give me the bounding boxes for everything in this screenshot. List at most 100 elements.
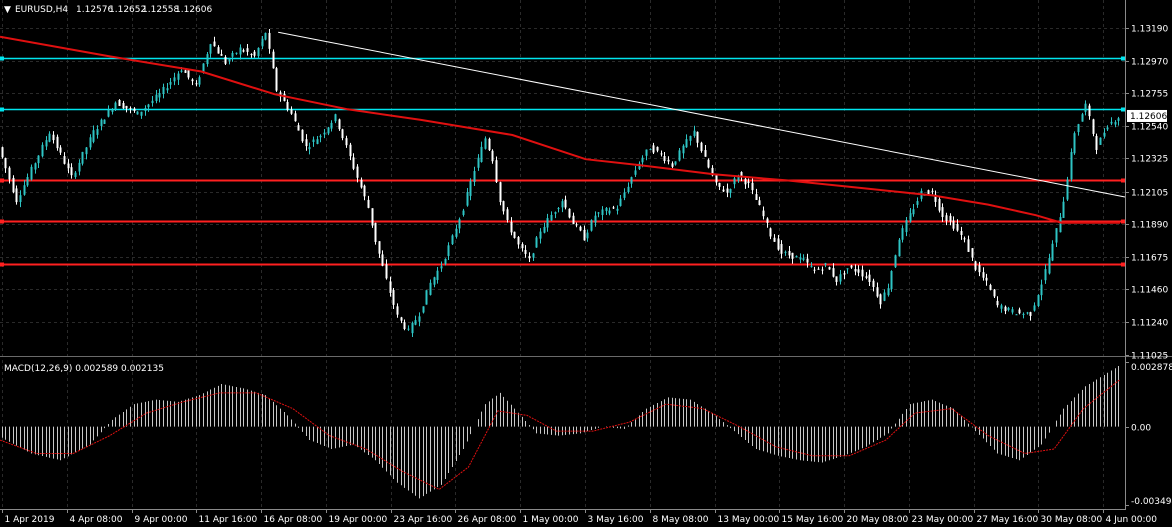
candle-body bbox=[235, 52, 238, 54]
candle-body bbox=[861, 269, 864, 277]
ohlc-value: 1.12652 bbox=[109, 5, 146, 15]
y-tick-label: 1.11890 bbox=[1131, 221, 1168, 231]
x-tick-label: 3 May 16:00 bbox=[588, 515, 644, 525]
candle-body bbox=[378, 241, 381, 254]
candle-body bbox=[1070, 152, 1073, 180]
candle-body bbox=[912, 209, 915, 215]
y-tick-label: 1.12540 bbox=[1131, 123, 1168, 133]
x-tick-label: 19 Apr 00:00 bbox=[329, 515, 388, 525]
candle-body bbox=[854, 269, 857, 272]
candle-body bbox=[209, 44, 212, 54]
candle-body bbox=[612, 207, 615, 209]
candle-body bbox=[817, 268, 820, 270]
candle-body bbox=[916, 201, 919, 205]
candle-body bbox=[389, 281, 392, 293]
candle-body bbox=[122, 103, 125, 109]
candle-body bbox=[264, 32, 267, 40]
candle-body bbox=[971, 248, 974, 258]
level-anchor[interactable] bbox=[1121, 178, 1125, 183]
candle-body bbox=[634, 170, 637, 175]
candle-body bbox=[92, 130, 95, 142]
candle-body bbox=[989, 285, 992, 290]
y-tick-label: 1.13190 bbox=[1131, 25, 1168, 35]
candle-body bbox=[59, 147, 62, 153]
candle-body bbox=[813, 269, 816, 271]
candle-body bbox=[532, 253, 535, 258]
candle-body bbox=[177, 73, 180, 80]
candle-body bbox=[974, 261, 977, 270]
candle-body bbox=[960, 231, 963, 235]
level-anchor[interactable] bbox=[1121, 56, 1125, 61]
level-anchor[interactable] bbox=[1121, 219, 1125, 224]
candle-body bbox=[788, 250, 791, 256]
candle-body bbox=[1092, 119, 1095, 134]
candle-body bbox=[963, 238, 966, 240]
candle-body bbox=[63, 156, 66, 164]
candle-body bbox=[561, 201, 564, 208]
candle-body bbox=[111, 109, 114, 112]
level-anchor[interactable] bbox=[1121, 262, 1125, 267]
candle-body bbox=[1059, 217, 1062, 233]
candle-body bbox=[1040, 284, 1043, 296]
candle-body bbox=[180, 70, 183, 72]
candle-body bbox=[619, 198, 622, 206]
level-anchor[interactable] bbox=[0, 178, 4, 183]
candle-body bbox=[407, 328, 410, 330]
candle-body bbox=[1007, 307, 1010, 310]
candle-body bbox=[824, 263, 827, 265]
candle-body bbox=[865, 276, 868, 278]
candle-body bbox=[85, 147, 88, 155]
candle-body bbox=[517, 237, 520, 245]
candle-body bbox=[257, 47, 260, 57]
x-tick-label: 30 May 08:00 bbox=[1041, 515, 1103, 525]
trading-chart[interactable]: ▼ EURUSD,H4 1.125761.126521.125581.12606… bbox=[0, 0, 1172, 527]
level-anchor[interactable] bbox=[0, 219, 4, 224]
candle-body bbox=[100, 119, 103, 126]
candle-body bbox=[722, 189, 725, 192]
candle-body bbox=[828, 267, 831, 270]
x-tick-label: 1 Apr 2019 bbox=[5, 515, 55, 525]
candle-body bbox=[663, 156, 666, 161]
candle-body bbox=[802, 258, 805, 260]
candle-body bbox=[195, 83, 198, 85]
candle-body bbox=[564, 199, 567, 208]
candle-body bbox=[323, 132, 326, 135]
candle-body bbox=[769, 228, 772, 237]
candle-body bbox=[550, 214, 553, 221]
macd-tick-label: -0.003494 bbox=[1131, 497, 1172, 507]
candle-body bbox=[334, 114, 337, 122]
level-anchor[interactable] bbox=[0, 107, 4, 112]
candle-body bbox=[883, 292, 886, 301]
candle-body bbox=[169, 82, 172, 85]
level-anchor[interactable] bbox=[1121, 107, 1125, 112]
candle-body bbox=[220, 54, 223, 56]
candle-body bbox=[780, 244, 783, 254]
candle-body bbox=[268, 32, 271, 49]
candle-body bbox=[352, 157, 355, 169]
candle-body bbox=[1110, 121, 1113, 124]
level-anchor[interactable] bbox=[0, 262, 4, 267]
candle-body bbox=[107, 109, 110, 117]
pane-collapse-icon[interactable]: ▼ bbox=[4, 5, 11, 15]
level-anchor[interactable] bbox=[0, 56, 4, 61]
candle-body bbox=[1055, 228, 1058, 243]
candle-body bbox=[67, 163, 70, 169]
candle-body bbox=[693, 130, 696, 136]
candle-body bbox=[605, 208, 608, 212]
candle-body bbox=[1011, 309, 1014, 313]
candle-body bbox=[114, 102, 117, 110]
candle-body bbox=[173, 77, 176, 82]
x-tick-label: 23 May 00:00 bbox=[912, 515, 974, 525]
candle-body bbox=[396, 306, 399, 315]
ohlc-value: 1.12606 bbox=[175, 5, 212, 15]
candle-body bbox=[144, 108, 147, 111]
candle-body bbox=[1029, 312, 1032, 316]
current-price-marker: 1.12606 bbox=[1127, 109, 1167, 122]
x-tick-label: 11 Apr 16:00 bbox=[199, 515, 258, 525]
candle-body bbox=[601, 209, 604, 215]
candle-body bbox=[158, 92, 161, 98]
y-tick-label: 1.12325 bbox=[1131, 155, 1168, 165]
candle-body bbox=[15, 188, 18, 203]
candle-body bbox=[411, 322, 414, 334]
candle-body bbox=[414, 320, 417, 325]
